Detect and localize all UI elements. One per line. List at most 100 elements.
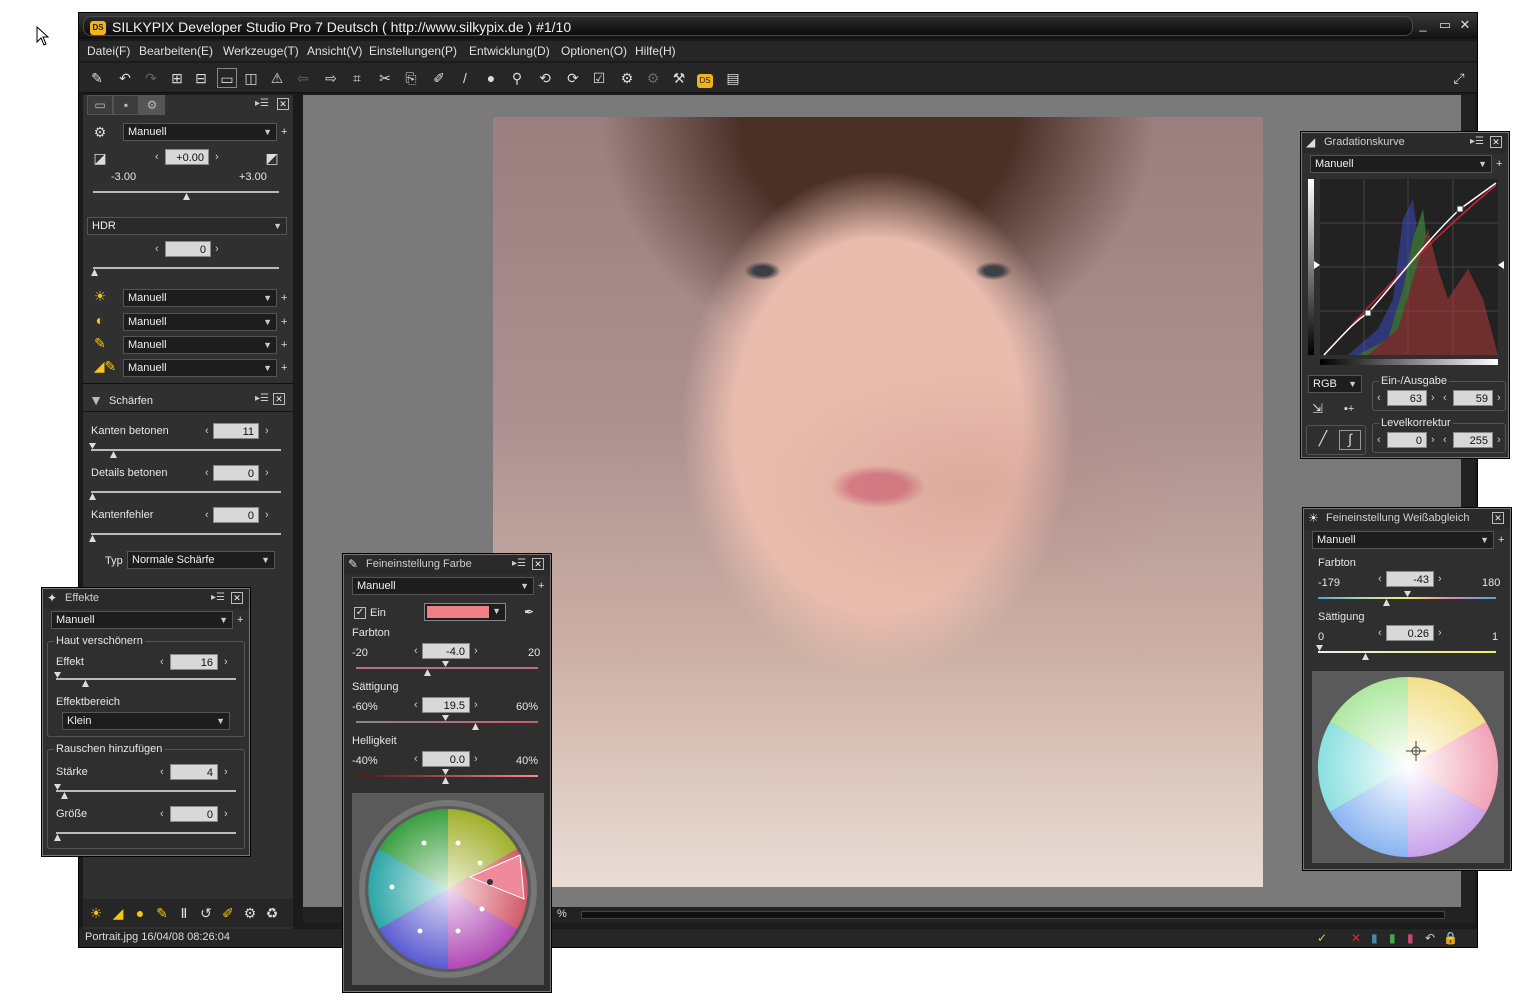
increment-icon[interactable]: › [265, 467, 269, 479]
brush-icon[interactable]: / [455, 68, 475, 88]
input-value[interactable]: 63 [1387, 390, 1427, 406]
curve-editor[interactable] [1308, 179, 1504, 369]
curve-preset-select[interactable]: Manuell ▼ [1310, 155, 1492, 173]
control-point[interactable] [421, 840, 427, 846]
rotate-left-icon[interactable]: ⟲ [535, 68, 555, 88]
details-slider[interactable] [91, 491, 281, 493]
hammer-icon[interactable]: ⚒ [669, 68, 689, 88]
color-swatch-select[interactable]: ▼ [424, 603, 506, 621]
decrement-icon[interactable]: ‹ [414, 699, 418, 711]
control-point[interactable] [477, 860, 483, 866]
brush-icon[interactable]: ✐ [219, 904, 237, 922]
dot-icon[interactable]: ● [131, 904, 149, 922]
channel-select[interactable]: RGB ▼ [1308, 375, 1362, 393]
label-green-icon[interactable]: ▮ [1389, 931, 1396, 945]
increment-icon[interactable]: › [1438, 627, 1442, 639]
menu-optionen[interactable]: Optionen(O) [561, 44, 627, 58]
curve-select[interactable]: Manuell ▼ [123, 359, 277, 377]
reject-icon[interactable]: ✕ [1351, 931, 1361, 945]
hdr-slider[interactable] [93, 267, 279, 269]
dust-icon[interactable]: ● [481, 68, 501, 88]
decrement-icon[interactable]: ‹ [1377, 392, 1381, 404]
hdr-select[interactable]: HDR ▼ [87, 217, 287, 235]
decrement-icon[interactable]: ‹ [205, 509, 209, 521]
increment-icon[interactable]: › [474, 699, 478, 711]
wb-farbton-thumb[interactable] [1383, 599, 1390, 606]
close-icon[interactable]: ✕ [1457, 17, 1473, 33]
linear-mode-icon[interactable]: ╱ [1313, 430, 1333, 450]
left-marker-icon[interactable] [1314, 261, 1320, 269]
increment-icon[interactable]: › [1497, 392, 1501, 404]
panel-menu-icon[interactable]: ▸☰ [255, 98, 269, 109]
level-min[interactable]: 0 [1387, 432, 1427, 448]
groesse-thumb[interactable] [54, 834, 61, 841]
typ-select[interactable]: Normale Schärfe ▼ [127, 551, 275, 569]
helligkeit-slider[interactable] [356, 775, 538, 777]
control-point[interactable] [479, 906, 485, 912]
effekt-value[interactable]: 16 [170, 654, 218, 670]
effects-preset-select[interactable]: Manuell ▼ [51, 611, 233, 629]
recycle-icon[interactable]: ♻ [263, 904, 281, 922]
wb-farbton-value[interactable]: -43 [1386, 571, 1434, 587]
panel-menu-icon[interactable]: ▸☰ [255, 393, 269, 404]
farbton-value[interactable]: -4.0 [422, 643, 470, 659]
check-icon[interactable]: ✓ [1317, 931, 1327, 945]
label-red-icon[interactable]: ▮ [1407, 931, 1414, 945]
add-icon[interactable]: + [1498, 535, 1506, 546]
eraser-icon[interactable]: ✎ [87, 68, 107, 88]
active-point[interactable] [487, 879, 493, 885]
eyedropper-icon[interactable]: ✒ [524, 605, 534, 619]
staerke-value[interactable]: 4 [170, 764, 218, 780]
wb-color-wheel[interactable] [1312, 671, 1504, 863]
kantenfehler-thumb[interactable] [89, 535, 96, 542]
add-icon[interactable]: + [281, 293, 289, 304]
warning-icon[interactable]: ⚠ [267, 68, 287, 88]
curve-point[interactable] [1456, 205, 1464, 213]
wb-wheel-area[interactable] [1312, 671, 1504, 863]
batch-icon[interactable]: ⚙ [643, 68, 663, 88]
wb-select[interactable]: Manuell ▼ [123, 289, 277, 307]
add-icon[interactable]: + [281, 363, 289, 374]
exposure-value[interactable]: +0.00 [165, 149, 209, 165]
kantenfehler-value[interactable]: 0 [213, 507, 259, 523]
tab-comments[interactable]: ▪ [113, 95, 139, 115]
menu-datei[interactable]: Datei(F) [87, 44, 130, 58]
panel-close-icon[interactable]: ✕ [231, 592, 243, 604]
kantenfehler-slider[interactable] [91, 533, 281, 535]
color-wheel[interactable] [352, 793, 544, 985]
farbton-slider[interactable] [356, 667, 538, 669]
decrement-icon[interactable]: ‹ [155, 243, 159, 255]
ds-badge-icon[interactable]: DS [695, 68, 715, 88]
helligkeit-value[interactable]: 0.0 [422, 751, 470, 767]
wb-saettigung-slider[interactable] [1318, 651, 1496, 653]
effekt-thumb[interactable] [82, 680, 89, 687]
ein-checkbox[interactable]: ✓ [354, 607, 366, 619]
kanten-slider[interactable] [91, 449, 281, 451]
saettigung-thumb[interactable] [472, 723, 479, 730]
panel-close-icon[interactable]: ✕ [532, 558, 544, 570]
panel-close-icon[interactable]: ✕ [277, 98, 289, 110]
lock-icon[interactable]: 🔒 [1443, 931, 1458, 945]
fullscreen-icon[interactable]: ⤢ [1449, 68, 1469, 88]
saettigung-value[interactable]: 19.5 [422, 697, 470, 713]
checkbox-icon[interactable]: ☑ [589, 68, 609, 88]
color-wheel-area[interactable] [352, 793, 544, 985]
redo-icon[interactable]: ↷ [141, 68, 161, 88]
preset-select[interactable]: Manuell ▼ [123, 123, 277, 141]
wb-saettigung-thumb[interactable] [1362, 653, 1369, 660]
increment-icon[interactable]: › [1431, 434, 1435, 446]
groesse-slider[interactable] [56, 832, 236, 834]
straighten-icon[interactable]: ⚲ [507, 68, 527, 88]
curve-graph[interactable] [1308, 179, 1504, 369]
curve-point[interactable] [1364, 309, 1372, 317]
helligkeit-thumb[interactable] [442, 777, 449, 784]
decrement-icon[interactable]: ‹ [414, 645, 418, 657]
increment-icon[interactable]: › [224, 808, 228, 820]
filmstrip-view-icon[interactable]: ⊟ [191, 68, 211, 88]
forward-icon[interactable]: ⇨ [321, 68, 341, 88]
rotate-right-icon[interactable]: ⟳ [563, 68, 583, 88]
decrement-icon[interactable]: ‹ [1443, 392, 1447, 404]
increment-icon[interactable]: › [1431, 392, 1435, 404]
minimize-icon[interactable]: _ [1415, 17, 1431, 33]
kanten-thumb[interactable] [110, 451, 117, 458]
